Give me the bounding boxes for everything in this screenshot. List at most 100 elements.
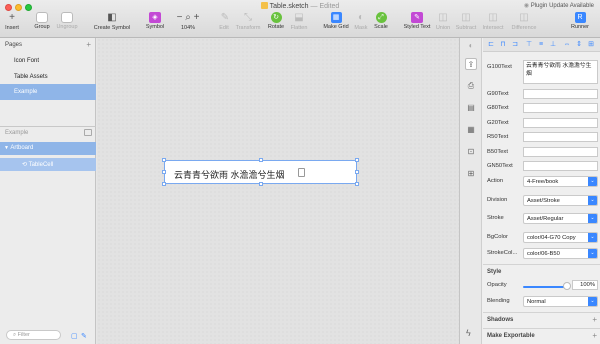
edit-layer-icon[interactable]: ✎ (81, 332, 87, 340)
bgcolor-select[interactable]: color/04-G70 Copy ⌄ (523, 232, 598, 243)
resize-handle[interactable] (162, 170, 166, 174)
strokecolor-select[interactable]: color/06-B50 ⌄ (523, 248, 598, 259)
resize-handle[interactable] (355, 182, 359, 186)
align-middle-icon[interactable]: ≡ (537, 41, 545, 48)
layers-header: Example (0, 128, 96, 140)
opacity-slider-knob[interactable] (563, 282, 571, 290)
g20text-input[interactable] (523, 118, 598, 128)
g80text-input[interactable] (523, 103, 598, 113)
layout-icon[interactable]: ▤ (465, 102, 477, 114)
page-item-table-assets[interactable]: Table Assets (0, 69, 96, 85)
stroke-select[interactable]: Asset/Regular ⌄ (523, 213, 598, 224)
mask-icon: ◐ (357, 12, 365, 23)
lightning-icon[interactable]: ϟ (466, 328, 471, 338)
mask-button[interactable]: ◐ Mask (353, 12, 369, 31)
gn50text-input[interactable] (523, 161, 598, 171)
filter-input[interactable]: ⌕ Filter (6, 330, 61, 340)
shadows-section[interactable]: Shadows + (483, 312, 600, 326)
resize-handle[interactable] (162, 158, 166, 162)
add-page-icon[interactable]: + (86, 40, 91, 49)
plugin-update-notice[interactable]: ◉ Plugin Update Available (524, 2, 594, 9)
chevron-down-icon: ⌄ (588, 214, 597, 223)
insert-button[interactable]: + Insert (3, 12, 21, 31)
upload-icon[interactable]: ⇪ (465, 58, 477, 70)
inspector-panel: ◐ ⇪ ⎙ ▤ ▦ ⊡ ⊞ ϟ ⊏ ⊓ ⊐ ⊤ ≡ ⊥ ⇔ ⇕ ⊞ G100Te… (459, 38, 600, 344)
distribute-vertical-icon[interactable]: ⇕ (575, 41, 583, 48)
resize-handle[interactable] (355, 170, 359, 174)
printer-icon[interactable]: ⎙ (465, 80, 477, 92)
table-cell-symbol[interactable]: 云青青兮欲雨 水澹澹兮生烟 (162, 158, 359, 186)
chevron-down-icon: ⌄ (588, 233, 597, 242)
flatten-button[interactable]: ⬓ Flatten (288, 12, 310, 31)
layers-panel: Pages + Icon Font Table Assets Example E… (0, 38, 96, 344)
opacity-slider-track[interactable] (523, 286, 568, 288)
grid-layout-icon[interactable]: ▦ (465, 124, 477, 136)
grid-icon: ▦ (330, 12, 342, 23)
zoom-control[interactable]: − ⌕ +104% (173, 12, 203, 31)
styled-text-button[interactable]: ✎ Styled Text (400, 12, 434, 30)
add-frame-icon[interactable]: ⊞ (465, 168, 477, 180)
r50text-input[interactable] (523, 132, 598, 142)
transform-button[interactable]: ⤡ Transform (234, 12, 262, 31)
field-label-r50text: R50Text (487, 134, 509, 140)
make-exportable-section[interactable]: Make Exportable + (483, 328, 600, 342)
chevron-down-icon: ⌄ (588, 249, 597, 258)
make-grid-button[interactable]: ▦ Make Grid (322, 12, 350, 30)
union-button[interactable]: ◫ Union (435, 12, 451, 31)
canvas[interactable]: 云青青兮欲雨 水澹澹兮生烟 (97, 38, 459, 344)
symbol-button[interactable]: ◈ Symbol (143, 12, 167, 30)
difference-icon: ◫ (519, 12, 529, 23)
opacity-input[interactable]: 100% (572, 280, 598, 290)
layer-item-tablecell[interactable]: ⟲ TableCell (0, 158, 96, 171)
resize-handle[interactable] (162, 182, 166, 186)
style-section-header: Style (483, 264, 600, 278)
symbol-instance-icon: ⟲ (22, 162, 29, 168)
align-left-icon[interactable]: ⊏ (487, 41, 495, 48)
scale-button[interactable]: ⤢ Scale (372, 12, 390, 30)
pages-header: Pages + (5, 40, 91, 49)
rotate-button[interactable]: ↻ Rotate (266, 12, 286, 30)
align-right-icon[interactable]: ⊐ (511, 41, 519, 48)
create-symbol-button[interactable]: ◧ Create Symbol (91, 12, 133, 31)
group-button[interactable]: Group (32, 12, 52, 30)
add-export-icon[interactable]: + (592, 331, 597, 340)
align-toolbar: ⊏ ⊓ ⊐ ⊤ ≡ ⊥ ⇔ ⇕ ⊞ (483, 38, 600, 52)
b50text-input[interactable] (523, 147, 598, 157)
resize-handle[interactable] (355, 158, 359, 162)
page-item-icon-font[interactable]: Icon Font (0, 53, 96, 69)
resize-handle[interactable] (259, 158, 263, 162)
runner-button[interactable]: R Runner (568, 12, 592, 30)
action-select[interactable]: 4-Free/book ⌄ (523, 176, 598, 187)
layer-item-artboard[interactable]: ▼ Artboard (0, 142, 96, 155)
styled-text-icon: ✎ (411, 12, 423, 23)
g90text-input[interactable] (523, 89, 598, 99)
collapse-icon[interactable]: ◐ (465, 40, 477, 52)
distribute-horizontal-icon[interactable]: ⇔ (563, 41, 571, 48)
intersect-button[interactable]: ◫ Intersect (481, 12, 505, 31)
align-bottom-icon[interactable]: ⊥ (549, 41, 557, 48)
difference-button[interactable]: ◫ Difference (508, 12, 540, 31)
collapse-layers-icon[interactable] (84, 129, 92, 136)
edit-button[interactable]: ✎ Edit (217, 12, 231, 31)
subtract-button[interactable]: ◫ Subtract (454, 12, 478, 31)
tidy-icon[interactable]: ⊞ (587, 41, 595, 48)
pencil-icon: ✎ (220, 12, 230, 23)
dropdown-label-action: Action (487, 178, 504, 184)
align-top-icon[interactable]: ⊤ (525, 41, 533, 48)
field-label-b50text: B50Text (487, 149, 508, 155)
pages-toggle-icon[interactable]: ▢ (71, 332, 78, 340)
blending-select[interactable]: Normal ⌄ (523, 296, 598, 307)
ungroup-button[interactable]: Ungroup (55, 12, 79, 30)
page-item-example[interactable]: Example (0, 84, 96, 100)
bell-icon: ◉ (523, 3, 531, 9)
image-icon[interactable]: ⊡ (465, 146, 477, 158)
add-shadow-icon[interactable]: + (592, 315, 597, 324)
document-icon (298, 168, 305, 177)
panel-divider[interactable] (0, 126, 96, 127)
field-label-g80text: G80Text (487, 105, 509, 111)
g100text-input[interactable]: 云青青兮欲雨 水澹澹兮生烟 (523, 60, 598, 84)
field-label-gn50text: GN50Text (487, 163, 513, 169)
resize-handle[interactable] (259, 182, 263, 186)
align-center-icon[interactable]: ⊓ (499, 41, 507, 48)
division-select[interactable]: Asset/Stroke ⌄ (523, 195, 598, 206)
